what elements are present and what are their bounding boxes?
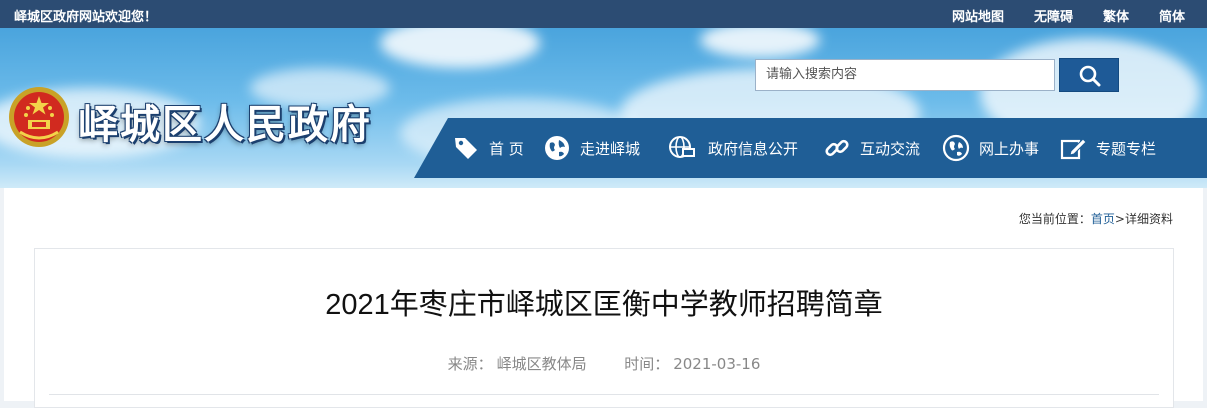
top-links: 网站地图 无障碍 繁体 简体: [922, 6, 1185, 25]
breadcrumb-current: 详细资料: [1124, 212, 1173, 226]
earth-icon: [942, 134, 970, 162]
tag-icon: [455, 138, 477, 159]
national-emblem-icon: [8, 86, 70, 148]
nav-item-online-service[interactable]: 网上办事: [942, 118, 1039, 178]
source-label: 来源：: [447, 355, 493, 373]
nav-label: 走进峄城: [580, 139, 641, 158]
search-input[interactable]: 请输入搜索内容: [755, 59, 1055, 91]
article-box: 2021年枣庄市峄城区匡衡中学教师招聘简章 来源： 峄城区教体局 时间： 2021-…: [34, 248, 1174, 408]
nav-item-special-topics[interactable]: 专题专栏: [1059, 118, 1156, 178]
time-label: 时间：: [624, 355, 670, 373]
welcome-text: 峄城区政府网站欢迎您！: [14, 10, 158, 25]
nav-label: 政府信息公开: [708, 139, 799, 158]
nav-item-gov-info[interactable]: 政府信息公开: [665, 118, 798, 178]
accessibility-link[interactable]: 无障碍: [1034, 6, 1073, 25]
breadcrumb-home-link[interactable]: 首页: [1091, 212, 1115, 226]
article-meta: 来源： 峄城区教体局 时间： 2021-03-16: [35, 353, 1173, 374]
article-source: 峄城区教体局: [496, 355, 587, 373]
article-time: 2021-03-16: [673, 355, 761, 373]
search-icon: [1079, 65, 1101, 87]
breadcrumb-prefix: 您当前位置：: [1018, 212, 1091, 226]
content-area: 您当前位置：首页>详细资料 2021年枣庄市峄城区匡衡中学教师招聘简章 来源：峄…: [4, 188, 1203, 408]
article-title: 2021年枣庄市峄城区匡衡中学教师招聘简章: [325, 289, 883, 321]
nav-label: 网上办事: [979, 139, 1040, 158]
divider: [49, 394, 1159, 395]
main-nav: 首 页 走进峄城 政府信息公开 互动交流 网上办事 专题专栏: [414, 118, 1207, 178]
breadcrumb-separator: >: [1114, 212, 1125, 226]
globe-icon: [545, 136, 569, 160]
nav-label: 专题专栏: [1096, 139, 1157, 158]
link-icon: [825, 139, 849, 157]
nav-label: 互动交流: [860, 139, 921, 158]
nav-item-interaction[interactable]: 互动交流: [823, 118, 920, 178]
simplified-chinese-link[interactable]: 简体: [1159, 6, 1185, 25]
traditional-chinese-link[interactable]: 繁体: [1103, 6, 1129, 25]
edit-icon: [1060, 138, 1087, 160]
sitemap-link[interactable]: 网站地图: [952, 6, 1004, 25]
nav-item-about[interactable]: 走进峄城: [543, 118, 640, 178]
web-globe-icon: [669, 136, 695, 158]
search-button[interactable]: [1059, 58, 1119, 92]
nav-label: 首 页: [489, 139, 524, 158]
site-title: 峄城区人民政府: [78, 101, 372, 148]
breadcrumb: 您当前位置：首页>详细资料: [1019, 210, 1173, 227]
nav-item-home[interactable]: 首 页: [452, 118, 524, 178]
top-bar: 峄城区政府网站欢迎您！ 网站地图 无障碍 繁体 简体: [0, 0, 1207, 28]
